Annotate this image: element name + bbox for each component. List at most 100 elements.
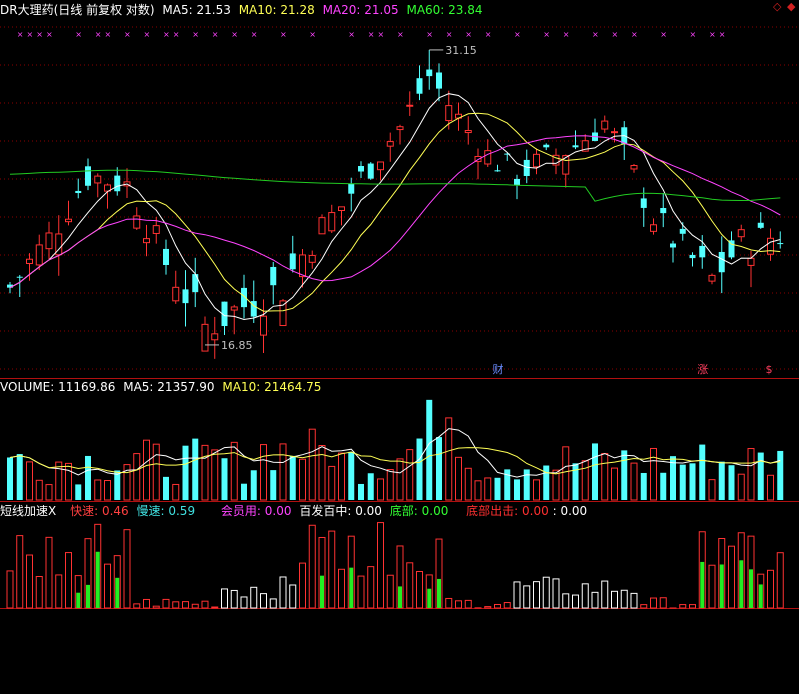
volume-bar (348, 451, 355, 500)
candle-body (572, 145, 579, 148)
volume-bar (484, 477, 492, 501)
volume-bar (533, 479, 540, 501)
candle-body (601, 120, 609, 130)
fast-readout: 快速: 0.46 (70, 504, 129, 518)
indicator-bar (455, 600, 462, 609)
volume-bar (163, 476, 169, 500)
volume-bar (386, 469, 394, 501)
candle-body (484, 150, 492, 165)
candle-body (143, 238, 150, 244)
indicator-bar (152, 605, 160, 609)
signal-mark: × (719, 30, 726, 39)
volume-bar (621, 450, 628, 500)
diamond-icon[interactable]: ◇ (773, 1, 783, 12)
indicator-bar (45, 536, 53, 609)
indicator-bar (35, 575, 43, 609)
indicator-bar-bottom (320, 575, 324, 608)
volume-bar (55, 461, 63, 501)
indicator-bar (630, 592, 638, 609)
indicator-bar-bottom (749, 569, 753, 608)
volume-bar (94, 479, 102, 501)
event-marker: 财 (493, 362, 504, 376)
indicator-bar (523, 585, 531, 609)
volume-bar (45, 484, 53, 501)
candle-body (679, 228, 686, 234)
volume-bar (406, 449, 414, 501)
event-marker: $ (766, 363, 773, 376)
indicator-bar-bottom (349, 567, 354, 608)
event-marker: 涨 (697, 363, 708, 376)
indicator-bar (503, 602, 511, 609)
candle-series (7, 49, 784, 359)
volume-bar (426, 399, 433, 500)
indicator-bar-bottom (95, 551, 100, 608)
candle-body (611, 131, 618, 134)
volume-readout: VOLUME: 11169.86 (0, 380, 116, 394)
candle-body (660, 207, 667, 214)
signal-mark: × (105, 30, 112, 39)
indicator-bar-bottom (115, 577, 120, 608)
indicator-bar (659, 597, 667, 609)
volume-bar (114, 470, 121, 500)
volume-bar (299, 458, 306, 501)
signal-mark: × (709, 30, 716, 39)
indicator-bar-bottom (398, 586, 402, 608)
indicator-bar (191, 603, 199, 609)
volume-bar (367, 473, 374, 500)
volume-bar (572, 463, 579, 500)
volume-bar (172, 483, 180, 501)
signal-mark: × (543, 30, 550, 39)
volume-header: VOLUME: 11169.86 MA5: 21357.90 MA10: 214… (0, 380, 325, 394)
signal-mark: × (397, 30, 404, 39)
volume-bar (192, 438, 199, 500)
stock-chart: 31.1516.85财涨 $× × × × × × × × × × × × × × × × × × × × × × × × × × ×… (0, 26, 799, 609)
indicator-bar (55, 574, 63, 609)
candle-body (699, 245, 706, 258)
volume-bar (250, 470, 257, 500)
indicator-bar (416, 570, 423, 609)
candle-body (318, 217, 326, 235)
indicator-bar (6, 570, 14, 609)
candle-body (133, 215, 141, 229)
volume-bar (289, 455, 296, 500)
candle-body (172, 286, 180, 302)
signal-mark: × (514, 30, 521, 39)
signal-mark: × (280, 30, 287, 39)
indicator-bar (308, 524, 316, 609)
signal-mark: × (465, 30, 472, 39)
volume-bar (16, 454, 23, 500)
candle-body (152, 225, 160, 234)
volume-bar (358, 483, 364, 500)
signal-mark: × (144, 30, 151, 39)
signal-mark: × (27, 30, 34, 39)
signal-mark: × (348, 30, 355, 39)
indicator-bar (172, 601, 180, 609)
candle-body (445, 105, 453, 122)
candle-body (192, 274, 199, 293)
indicator-bar (182, 601, 189, 609)
candle-body (289, 253, 296, 270)
volume-bar (699, 444, 706, 500)
indicator-bar (279, 576, 287, 609)
candle-body (747, 257, 755, 266)
indicator-bar (562, 593, 570, 609)
indicator-bar-bottom (700, 561, 705, 608)
indicator-bar (65, 552, 72, 609)
volume-bar (65, 462, 72, 501)
candle-body (367, 163, 374, 179)
volume-bar (757, 452, 764, 500)
indicator-bar-bottom (719, 564, 724, 608)
vol-ma5-readout: MA5: 21357.90 (123, 380, 215, 394)
volume-bar (260, 444, 267, 501)
indicator-bar (328, 530, 336, 609)
candle-body (650, 224, 657, 232)
indicator-name: 短线加速X (0, 504, 57, 518)
volume-bar (455, 456, 462, 501)
candle-body (65, 218, 72, 223)
diamond-filled-icon[interactable]: ◆ (787, 1, 797, 12)
candle-body (737, 229, 745, 238)
candle-body (338, 206, 345, 212)
signal-mark: × (485, 30, 492, 39)
volume-bar (777, 450, 784, 500)
volume-bar (279, 443, 287, 501)
